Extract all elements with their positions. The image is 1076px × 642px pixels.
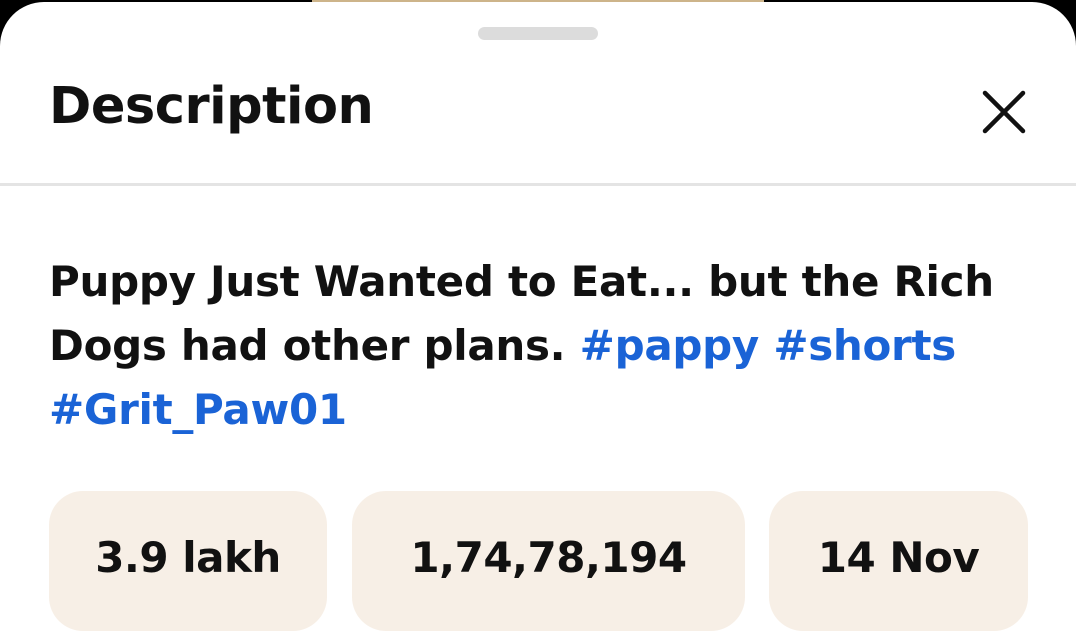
stat-card-views: 1,74,78,194 — [352, 491, 745, 631]
hashtag-link[interactable]: #Grit_Paw01 — [49, 385, 347, 434]
stat-card-date: 14 Nov — [769, 491, 1028, 631]
stat-card-likes: 3.9 lakh — [49, 491, 327, 631]
close-button[interactable] — [973, 81, 1035, 143]
description-sheet: Description Puppy Just Wanted to Eat... … — [0, 2, 1076, 642]
close-icon — [982, 90, 1026, 134]
views-count: 1,74,78,194 — [410, 533, 687, 582]
video-description: Puppy Just Wanted to Eat... but the Rich… — [49, 250, 1049, 442]
header-divider — [0, 183, 1076, 186]
sheet-title: Description — [49, 77, 374, 136]
hashtag-link[interactable]: #pappy — [580, 321, 760, 370]
hashtag-link[interactable]: #shorts — [773, 321, 956, 370]
likes-count: 3.9 lakh — [95, 533, 281, 582]
drag-handle[interactable] — [478, 27, 598, 40]
upload-date: 14 Nov — [817, 533, 980, 582]
